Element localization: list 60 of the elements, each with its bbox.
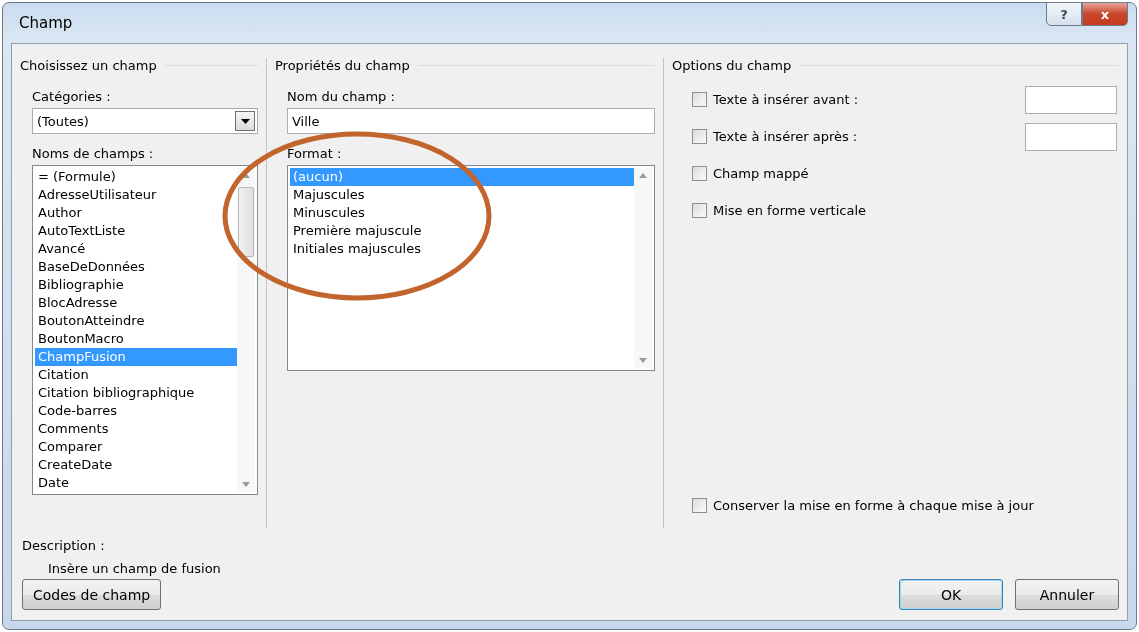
checkbox-label: Mise en forme verticale [713, 203, 867, 218]
checkbox-label: Conserver la mise en forme à chaque mise à jour [713, 498, 1035, 513]
list-item[interactable]: Majuscules [290, 186, 634, 204]
group-title: Options du champ [672, 58, 792, 73]
list-item[interactable]: Minuscules [290, 204, 634, 222]
categories-dropdown[interactable]: (Toutes) [32, 108, 258, 134]
scroll-up-icon[interactable] [639, 173, 647, 178]
caret-icon [240, 118, 250, 124]
checkbox[interactable] [692, 498, 707, 513]
list-item[interactable]: Citation [35, 366, 237, 384]
list-item[interactable]: Comments [35, 420, 237, 438]
cancel-button[interactable]: Annuler [1015, 579, 1119, 610]
scroll-down-icon[interactable] [242, 482, 250, 487]
group-title: Propriétés du champ [275, 58, 410, 73]
checkbox-label: Champ mappé [713, 166, 810, 181]
list-item[interactable]: Initiales majuscules [290, 240, 634, 258]
scroll-up-icon[interactable] [242, 173, 250, 178]
list-item[interactable]: BlocAdresse [35, 294, 237, 312]
field-name-label: Nom du champ : [287, 89, 396, 104]
ok-button[interactable]: OK [899, 579, 1003, 610]
group-title: Choisissez un champ [20, 58, 157, 73]
window-title: Champ [19, 14, 73, 32]
scrollbar[interactable] [237, 168, 255, 492]
field-names-label: Noms de champs : [32, 146, 155, 161]
list-item[interactable]: Bibliographie [35, 276, 237, 294]
field-name-input[interactable]: Ville [287, 108, 655, 134]
list-item[interactable]: CreateDate [35, 456, 237, 474]
dropdown-button[interactable] [235, 111, 255, 131]
categories-label: Catégories : [32, 89, 112, 104]
checkbox[interactable] [692, 129, 707, 144]
checkbox-label: Texte à insérer avant : [713, 92, 860, 107]
dropdown-value: (Toutes) [36, 113, 90, 129]
text-input[interactable] [1025, 122, 1117, 151]
list-item[interactable]: Date [35, 474, 237, 492]
list-item[interactable]: AutoTextListe [35, 222, 237, 240]
checkbox[interactable] [692, 92, 707, 107]
description-label: Description : [22, 538, 106, 553]
checkbox[interactable] [692, 166, 707, 181]
format-label: Format : [287, 146, 343, 161]
scrollbar[interactable] [634, 168, 652, 368]
checkbox[interactable] [692, 203, 707, 218]
close-button[interactable]: x [1082, 2, 1128, 26]
list-item[interactable]: BaseDeDonnées [35, 258, 237, 276]
list-item[interactable]: Author [35, 204, 237, 222]
list-item[interactable]: AdresseUtilisateur [35, 186, 237, 204]
list-item[interactable]: = (Formule) [35, 168, 237, 186]
scroll-down-icon[interactable] [639, 358, 647, 363]
list-item[interactable]: Code-barres [35, 402, 237, 420]
list-item[interactable]: Citation bibliographique [35, 384, 237, 402]
list-item[interactable]: Première majuscule [290, 222, 634, 240]
help-button[interactable]: ? [1046, 2, 1082, 26]
list-item[interactable]: BoutonAtteindre [35, 312, 237, 330]
field-codes-button[interactable]: Codes de champ [22, 579, 162, 610]
list-item[interactable]: BoutonMacro [35, 330, 237, 348]
description-text: Insère un champ de fusion [48, 561, 222, 576]
checkbox-label: Texte à insérer après : [713, 129, 859, 144]
scroll-thumb[interactable] [238, 187, 254, 257]
list-item[interactable]: Avancé [35, 240, 237, 258]
text-input[interactable] [1025, 85, 1117, 114]
list-item[interactable]: Comparer [35, 438, 237, 456]
